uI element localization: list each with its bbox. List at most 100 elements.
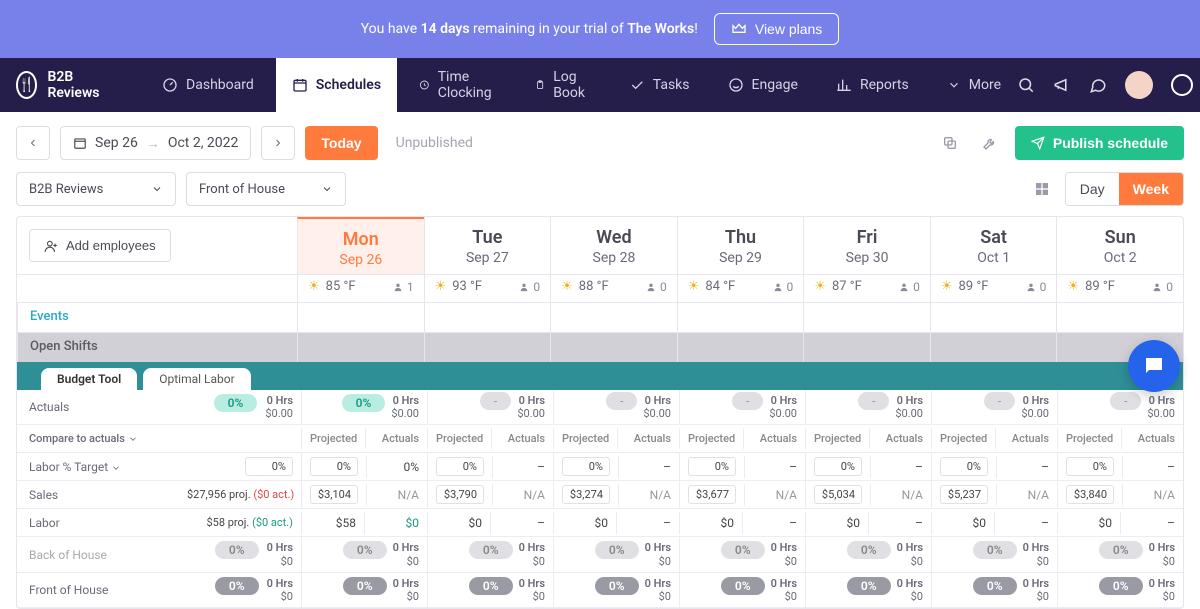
person-icon [899, 282, 909, 292]
group-day-cell: 0%0 Hrs$0 [553, 573, 679, 607]
wrench-icon[interactable] [975, 128, 1005, 158]
chevron-down-icon [111, 463, 121, 473]
calendar-icon [292, 77, 308, 93]
labor-pct-cell[interactable]: 0% [1057, 453, 1122, 480]
nav-time-clocking[interactable]: Time Clocking [403, 58, 513, 112]
today-button[interactable]: Today [305, 126, 377, 160]
tab-optimal-labor[interactable]: Optimal Labor [143, 368, 250, 390]
events-label[interactable]: Events [17, 302, 297, 332]
day-header[interactable]: WedSep 28 [550, 217, 677, 274]
send-icon [1031, 136, 1045, 150]
day-header[interactable]: TueSep 27 [424, 217, 551, 274]
tab-budget-tool[interactable]: Budget Tool [41, 368, 137, 390]
actuals-pct-pill: 0% [214, 394, 258, 412]
day-header[interactable]: ThuSep 29 [677, 217, 804, 274]
sales-cell[interactable]: $3,677 [679, 481, 744, 508]
labor-cell: – [868, 512, 931, 534]
group-day-cell: 0%0 Hrs$0 [931, 537, 1057, 571]
header-col: Actuals [743, 428, 805, 449]
labor-cell: $0 [427, 512, 490, 534]
group-day-cell: 0%0 Hrs$0 [679, 537, 805, 571]
labor-pct-cell: – [996, 456, 1057, 478]
nav-schedules[interactable]: Schedules [276, 58, 397, 112]
chevron-down-icon [947, 78, 961, 92]
labor-pct-cell[interactable]: 0% [427, 453, 492, 480]
header-col: Projected [427, 428, 491, 449]
nav-tasks[interactable]: Tasks [613, 58, 706, 112]
header-col: Actuals [617, 428, 679, 449]
actuals-day-cell: -0 Hrs$0.00 [427, 390, 553, 424]
compare-label[interactable]: Compare to actuals [17, 428, 179, 449]
view-plans-button[interactable]: View plans [714, 13, 839, 45]
date-range-picker[interactable]: Sep 26 → Oct 2, 2022 [60, 126, 251, 160]
weather-cell: ☀89 °F0 [930, 275, 1057, 302]
publish-button[interactable]: Publish schedule [1015, 126, 1184, 160]
megaphone-icon[interactable] [1053, 76, 1071, 94]
brand[interactable]: 🍴 B2B Reviews [16, 69, 106, 101]
group-day-cell: 0%0 Hrs$0 [931, 573, 1057, 607]
sales-label: Sales [17, 484, 179, 506]
header-col: Projected [679, 428, 743, 449]
day-header[interactable]: SatOct 1 [930, 217, 1057, 274]
grid-view-icon[interactable] [1027, 174, 1057, 204]
prev-week-button[interactable] [16, 126, 50, 160]
gauge-icon [162, 77, 178, 93]
sales-cell[interactable]: $3,104 [301, 481, 366, 508]
sales-cell[interactable]: $3,790 [427, 481, 492, 508]
g-logo-icon[interactable] [1171, 74, 1193, 96]
nav-log-book[interactable]: Log Book [519, 58, 607, 112]
nav-engage[interactable]: Engage [712, 58, 814, 112]
chevron-down-icon [321, 183, 333, 195]
location-dropdown[interactable]: B2B Reviews [16, 172, 176, 206]
labor-pct-cell[interactable]: 0% [805, 453, 870, 480]
sales-cell[interactable]: $5,237 [931, 481, 996, 508]
person-plus-icon [44, 239, 58, 253]
area-dropdown[interactable]: Front of House [186, 172, 346, 206]
weather-cell: ☀85 °F1 [297, 275, 424, 302]
seg-week[interactable]: Week [1119, 173, 1183, 205]
crown-icon [731, 21, 747, 37]
labor-pct-cell[interactable]: 0% [931, 453, 996, 480]
actuals-day-cell: -0 Hrs$0.00 [679, 390, 805, 424]
open-shifts-label[interactable]: Open Shifts [17, 332, 297, 362]
labor-pct-cell[interactable]: 0% [301, 453, 366, 480]
seg-day[interactable]: Day [1066, 173, 1119, 205]
events-row: Events [17, 302, 1183, 332]
labor-pct-cell[interactable]: 0% [553, 453, 618, 480]
labor-pct-cell: – [1122, 456, 1183, 478]
search-icon[interactable] [1017, 76, 1035, 94]
filters-bar: B2B Reviews Front of House Day Week [0, 160, 1200, 206]
sun-icon: ☀ [941, 279, 953, 294]
sales-cell[interactable]: $3,274 [553, 481, 618, 508]
nav-dashboard[interactable]: Dashboard [146, 58, 270, 112]
nav-reports[interactable]: Reports [820, 58, 925, 112]
labor-pct-cell[interactable]: 0% [679, 453, 744, 480]
chat-icon[interactable] [1089, 76, 1107, 94]
day-header[interactable]: SunOct 2 [1056, 217, 1183, 274]
labor-pct-label[interactable]: Labor % Target [17, 456, 179, 478]
sales-cell[interactable]: $3,840 [1057, 481, 1122, 508]
header-col: Projected [553, 428, 617, 449]
labor-pct-summary-input[interactable]: 0% [245, 457, 293, 476]
nav-more[interactable]: More [931, 58, 1017, 112]
labor-pct-cell: – [618, 456, 679, 478]
sun-icon: ☀ [1067, 279, 1079, 294]
header-col: Projected [805, 428, 869, 449]
day-header[interactable]: MonSep 26 [297, 217, 424, 274]
sales-cell[interactable]: $5,034 [805, 481, 870, 508]
labor-cell: $0 [553, 512, 616, 534]
labor-summary: $58 proj. ($0 act.) [179, 512, 301, 533]
open-shifts-row: Open Shifts [17, 332, 1183, 362]
chevron-down-icon [151, 183, 163, 195]
add-employees-button[interactable]: Add employees [29, 229, 171, 262]
avatar[interactable] [1125, 71, 1153, 99]
day-header[interactable]: FriSep 30 [803, 217, 930, 274]
bar-chart-icon [836, 77, 852, 93]
chat-fab[interactable] [1128, 340, 1180, 392]
next-week-button[interactable] [261, 126, 295, 160]
actuals-day-cell: -0 Hrs$0.00 [1057, 390, 1183, 424]
labor-cell: $0 [364, 512, 427, 534]
copy-icon[interactable] [935, 128, 965, 158]
clock-icon [419, 77, 430, 93]
top-nav: 🍴 B2B Reviews Dashboard Schedules Time C… [0, 58, 1200, 112]
